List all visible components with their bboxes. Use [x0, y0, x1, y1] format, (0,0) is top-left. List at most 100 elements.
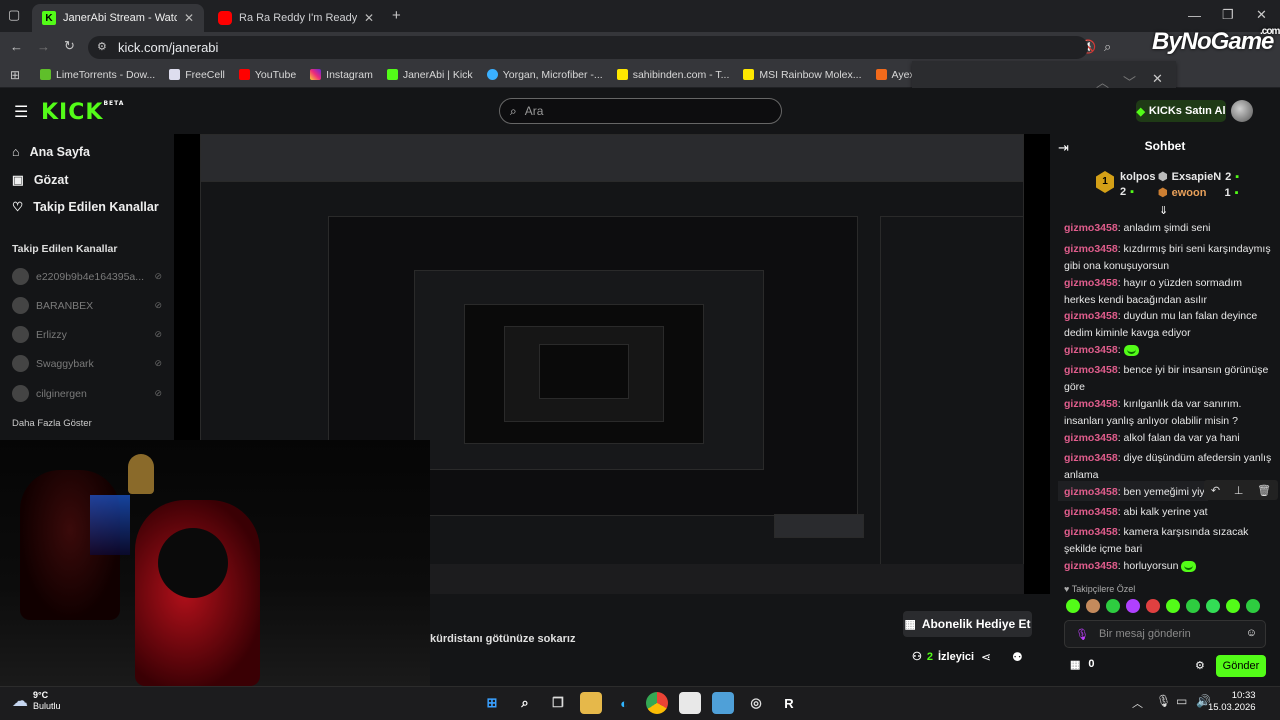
menu-icon[interactable]: ☰ — [14, 102, 28, 122]
home-icon: ⌂ — [12, 145, 20, 159]
chat-message: gizmo3458: duydun mu lan falan deyince d… — [1064, 310, 1258, 339]
url-bar[interactable]: ⚙ kick.com/janerabi — [88, 36, 1088, 59]
emote-icon[interactable] — [1086, 599, 1100, 613]
hb-icon — [875, 69, 887, 80]
url-text: kick.com/janerabi — [118, 40, 219, 55]
chrome-icon[interactable] — [646, 692, 668, 714]
channel-item[interactable]: e2209b9b4e164395a... ⊘ — [12, 268, 162, 285]
leaderboard-entry-2[interactable]: ⬢ ExsapieN 2 ▪ — [1158, 170, 1240, 184]
kick-logo[interactable]: KICKBETA — [41, 100, 124, 125]
emote-icon[interactable] — [1206, 599, 1220, 613]
channel-avatar — [12, 385, 29, 402]
search-input[interactable]: ⌕ Ara — [499, 98, 782, 124]
file-explorer-icon[interactable] — [580, 692, 602, 714]
emote-icon[interactable] — [1066, 599, 1080, 613]
emote-row — [1066, 599, 1276, 615]
delete-icon[interactable]: 🗑 — [1257, 484, 1271, 497]
chat-message: gizmo3458: kırılganlık da var sanırım. i… — [1064, 398, 1242, 427]
channel-item[interactable]: Swaggybark ⊘ — [12, 355, 162, 372]
emote-icon[interactable] — [1166, 599, 1180, 613]
chat-message: gizmo3458: kızdırmış biri seni karşınday… — [1064, 243, 1271, 272]
bookmark-instagram[interactable]: Instagram — [310, 69, 373, 81]
expand-leaderboard-icon[interactable]: ⇓ — [1159, 204, 1168, 217]
channel-avatar — [12, 268, 29, 285]
reload-icon[interactable]: ↻ — [64, 38, 75, 54]
edge-icon[interactable]: ◐ — [613, 692, 635, 714]
pc-lights — [90, 495, 130, 555]
send-button[interactable]: Gönder — [1216, 655, 1266, 677]
follow-user-icon[interactable]: ⚉ — [1012, 650, 1023, 664]
emote-icon[interactable] — [1186, 599, 1200, 613]
forward-icon[interactable]: → — [37, 39, 50, 54]
system-clock[interactable]: 10:33 15.03.2026 — [1208, 690, 1256, 714]
bookmark-yorgan[interactable]: Yorgan, Microfiber -... — [486, 69, 603, 81]
offline-icon: ⊘ — [154, 271, 162, 281]
gift-icon: ▪ — [1235, 170, 1240, 183]
channel-item[interactable]: BARANBEX ⊘ — [12, 297, 162, 314]
maximize-icon[interactable]: ❐ — [1222, 7, 1234, 23]
apps-grid-icon[interactable]: ⊞ — [10, 68, 20, 82]
zoom-icon[interactable]: ⌕ — [1104, 39, 1111, 55]
gift-subscription-button[interactable]: ▦ Abonelik Hediye Et — [903, 611, 1032, 637]
task-view-icon[interactable]: ❐ — [547, 692, 569, 714]
microphone-icon[interactable]: 🎙 — [1075, 628, 1089, 641]
channel-item[interactable]: Erlizzy ⊘ — [12, 326, 162, 343]
chat-settings-icon[interactable]: ⚙ — [1195, 659, 1205, 672]
bookmark-msi-rainbow[interactable]: MSI Rainbow Molex... — [743, 69, 862, 81]
emote-icon[interactable] — [1146, 599, 1160, 613]
offline-icon: ⊘ — [154, 388, 162, 398]
new-tab-button[interactable]: + — [392, 7, 401, 24]
nav-following[interactable]: ♡ Takip Edilen Kanallar — [12, 199, 159, 215]
close-tab-icon[interactable]: ✕ — [184, 11, 194, 25]
heart-icon: ♡ — [12, 200, 24, 214]
nav-browse[interactable]: ▣ Gözat — [12, 172, 69, 188]
back-icon[interactable]: ← — [10, 39, 23, 54]
kicks-balance[interactable]: ▦ 0 — [1070, 658, 1095, 671]
r-app-icon[interactable]: R — [778, 692, 800, 714]
followers-emotes-label: ♥ Takipçilere Özel — [1064, 584, 1136, 594]
app-icon[interactable] — [712, 692, 734, 714]
emoji-picker-icon[interactable]: ☺ — [1246, 627, 1257, 639]
tab-search-icon[interactable]: ▢ — [8, 7, 20, 23]
bookmark-limetorrents[interactable]: LimeTorrents - Dow... — [40, 69, 155, 81]
search-taskbar-icon[interactable]: ⌕ — [514, 692, 536, 714]
leaderboard-entry-3[interactable]: ⬢ ewoon 1 ▪ — [1158, 186, 1238, 200]
obs-icon[interactable]: ◎ — [745, 692, 767, 714]
bookmark-janerabi-kick[interactable]: JanerAbi | Kick — [386, 69, 473, 81]
store-icon[interactable] — [679, 692, 701, 714]
network-icon[interactable]: ▭ — [1176, 694, 1187, 708]
share-icon[interactable]: ⋖ — [981, 650, 991, 664]
bookmark-freecell[interactable]: FreeCell — [169, 69, 225, 81]
emote-icon[interactable] — [1246, 599, 1260, 613]
channel-item[interactable]: cilginergen ⊘ — [12, 385, 162, 402]
tray-overflow-icon[interactable]: ︿ — [1132, 695, 1143, 711]
leaderboard-entry-1[interactable]: kolpos — [1120, 171, 1155, 183]
chair-headrest — [158, 528, 228, 598]
chat-message-input[interactable]: 🎙 Bir mesaj gönderin ☺ — [1064, 620, 1266, 648]
close-window-icon[interactable]: ✕ — [1256, 7, 1267, 23]
pin-icon[interactable]: ⊥ — [1234, 484, 1244, 497]
browse-icon: ▣ — [12, 173, 24, 187]
find-close-icon[interactable]: ✕ — [1152, 71, 1163, 87]
emote-icon[interactable] — [1126, 599, 1140, 613]
emote-icon[interactable] — [1106, 599, 1120, 613]
user-avatar[interactable] — [1231, 100, 1253, 122]
nav-home[interactable]: ⌂ Ana Sayfa — [12, 145, 90, 159]
figurine — [128, 454, 154, 494]
windows-start-icon[interactable]: ⊞ — [481, 692, 503, 714]
minimize-icon[interactable]: — — [1188, 8, 1201, 23]
bookmark-sahibinden[interactable]: sahibinden.com - T... — [616, 69, 729, 81]
show-more-link[interactable]: Daha Fazla Göster — [12, 418, 92, 429]
offline-icon: ⊘ — [154, 358, 162, 368]
weather-widget[interactable]: ☁ 9°C Bulutlu — [12, 690, 61, 712]
reply-icon[interactable]: ↶ — [1211, 484, 1220, 497]
bookmark-youtube[interactable]: YouTube — [238, 69, 296, 81]
youtube-favicon-icon — [218, 11, 232, 25]
close-tab-icon[interactable]: ✕ — [364, 11, 374, 25]
tab-youtube-video[interactable]: Ra Ra Reddy I'm Ready Video S ✕ — [208, 4, 384, 32]
site-info-icon[interactable]: ⚙ — [97, 40, 107, 53]
mic-tray-icon[interactable]: 🎙 — [1156, 694, 1171, 708]
tab-janerabi[interactable]: K JanerAbi Stream - Watch Live o ✕ — [32, 4, 204, 32]
buy-kicks-button[interactable]: ◆ KICKs Satın Al — [1136, 100, 1226, 122]
emote-icon[interactable] — [1226, 599, 1240, 613]
